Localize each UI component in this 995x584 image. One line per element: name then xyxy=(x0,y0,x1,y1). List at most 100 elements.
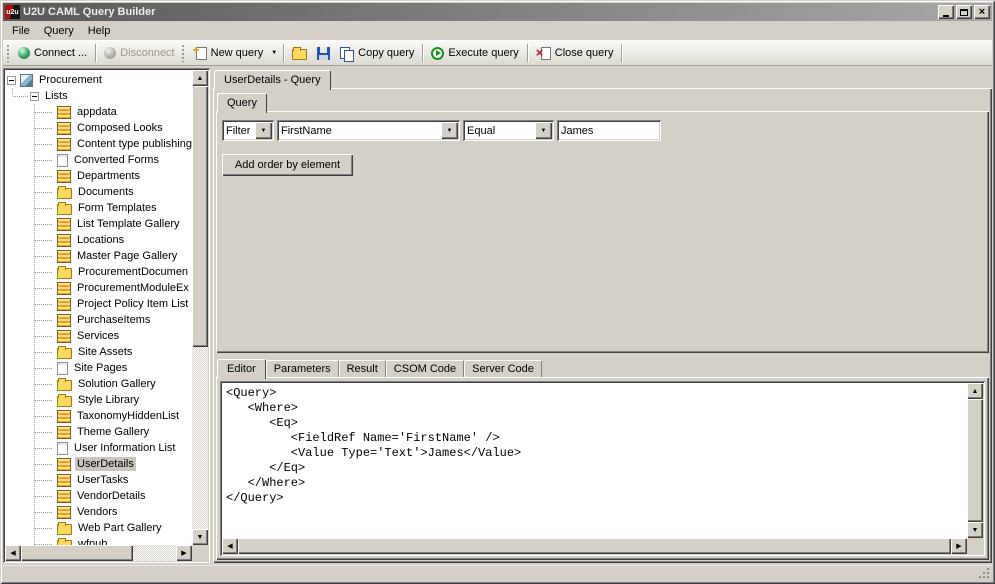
tree-vscrollbar[interactable]: ▲ ▼ xyxy=(192,70,208,545)
caml-query-text[interactable]: <Query> <Where> <Eq> <FieldRef Name='Fir… xyxy=(223,384,966,537)
caml-editor[interactable]: <Query> <Where> <Eq> <FieldRef Name='Fir… xyxy=(220,381,985,556)
page-icon xyxy=(57,441,68,455)
connect-button[interactable]: Connect ... xyxy=(13,42,92,64)
vscroll-thumb[interactable] xyxy=(967,399,983,522)
tree-item-composed-looks[interactable]: Composed Looks xyxy=(5,120,192,136)
execute-query-button[interactable]: Execute query xyxy=(426,42,523,64)
open-query-button[interactable] xyxy=(287,42,312,64)
scroll-down-button[interactable]: ▼ xyxy=(967,522,983,538)
tree-item-label: Project Policy Item List xyxy=(77,298,189,310)
tree-item-label: ProcurementDocumen xyxy=(78,266,189,278)
library-icon xyxy=(57,201,72,215)
toolbar-separator xyxy=(526,44,528,62)
tree-item-appdata[interactable]: appdata xyxy=(5,104,192,120)
tree-item-vendordetails[interactable]: VendorDetails xyxy=(5,488,192,504)
vscroll-thumb[interactable] xyxy=(192,86,208,348)
scroll-down-button[interactable]: ▼ xyxy=(192,529,208,545)
scroll-left-button[interactable]: ◀ xyxy=(222,538,238,554)
editor-vscrollbar[interactable]: ▲ ▼ xyxy=(967,383,983,538)
copy-query-button[interactable]: Copy query xyxy=(335,42,419,64)
list-icon xyxy=(57,105,71,119)
field-combo[interactable]: FirstName ▼ xyxy=(277,120,460,141)
menu-help[interactable]: Help xyxy=(81,22,118,40)
resize-grip[interactable] xyxy=(978,567,990,579)
scroll-left-button[interactable]: ◀ xyxy=(5,545,21,561)
list-icon xyxy=(57,313,71,327)
tab-userdetails-query[interactable]: UserDetails - Query xyxy=(214,70,331,90)
tab-query[interactable]: Query xyxy=(217,93,267,113)
disconnect-button[interactable]: Disconnect xyxy=(99,42,179,64)
list-icon xyxy=(57,409,71,423)
tree-item-solution-gallery[interactable]: Solution Gallery xyxy=(5,376,192,392)
menu-query[interactable]: Query xyxy=(37,22,81,40)
tree-item-content-type-publishing[interactable]: Content type publishing xyxy=(5,136,192,152)
tree-item-project-policy-item-list[interactable]: Project Policy Item List xyxy=(5,296,192,312)
scroll-right-button[interactable]: ▶ xyxy=(951,538,967,554)
menu-file[interactable]: File xyxy=(5,22,37,40)
scroll-up-button[interactable]: ▲ xyxy=(967,383,983,399)
tree-item-style-library[interactable]: Style Library xyxy=(5,392,192,408)
new-query-dropdown-button[interactable]: ▼ xyxy=(268,48,280,58)
maximize-button[interactable] xyxy=(956,5,972,19)
filter-type-combo[interactable]: Filter ▼ xyxy=(222,120,274,141)
list-icon xyxy=(57,217,71,231)
tab-result[interactable]: Result xyxy=(338,360,386,377)
tree-item-locations[interactable]: Locations xyxy=(5,232,192,248)
tree-item-procurementdocumen[interactable]: ProcurementDocumen xyxy=(5,264,192,280)
hscroll-thumb[interactable] xyxy=(21,545,134,561)
tree-item-procurementmoduleex[interactable]: ProcurementModuleEx xyxy=(5,280,192,296)
tree-hscrollbar[interactable]: ◀ ▶ xyxy=(5,545,192,561)
collapse-icon[interactable] xyxy=(7,75,16,85)
close-button[interactable]: × xyxy=(974,5,990,19)
tree-item-services[interactable]: Services xyxy=(5,328,192,344)
toolbar-grip xyxy=(181,44,185,62)
add-order-by-button[interactable]: Add order by element xyxy=(222,154,353,176)
tree-item-master-page-gallery[interactable]: Master Page Gallery xyxy=(5,248,192,264)
chevron-down-icon[interactable]: ▼ xyxy=(255,122,272,139)
tree-item-label: Content type publishing xyxy=(77,138,192,150)
operator-combo[interactable]: Equal ▼ xyxy=(463,120,554,141)
tree-item-wfpub[interactable]: wfpub xyxy=(5,536,192,545)
hscroll-thumb[interactable] xyxy=(238,538,951,554)
maximize-icon xyxy=(960,8,968,16)
tree-item-site-pages[interactable]: Site Pages xyxy=(5,360,192,376)
tree-item-procurement[interactable]: Procurement xyxy=(5,72,192,88)
scroll-up-button[interactable]: ▲ xyxy=(192,70,208,86)
new-query-button[interactable]: New query xyxy=(188,42,269,64)
save-query-button[interactable] xyxy=(312,42,335,64)
tree-item-userdetails[interactable]: UserDetails xyxy=(5,456,192,472)
chevron-down-icon[interactable]: ▼ xyxy=(441,122,458,139)
tree-item-list-template-gallery[interactable]: List Template Gallery xyxy=(5,216,192,232)
tree-item-lists[interactable]: Lists xyxy=(5,88,192,104)
list-icon xyxy=(57,249,71,263)
scroll-right-button[interactable]: ▶ xyxy=(176,545,192,561)
editor-hscrollbar[interactable]: ◀ ▶ xyxy=(222,538,967,554)
tree-item-converted-forms[interactable]: Converted Forms xyxy=(5,152,192,168)
chevron-down-icon[interactable]: ▼ xyxy=(535,122,552,139)
tree-item-vendors[interactable]: Vendors xyxy=(5,504,192,520)
tree-item-web-part-gallery[interactable]: Web Part Gallery xyxy=(5,520,192,536)
tree-item-purchaseitems[interactable]: PurchaseItems xyxy=(5,312,192,328)
tab-editor[interactable]: Editor xyxy=(217,359,266,379)
tree-item-form-templates[interactable]: Form Templates xyxy=(5,200,192,216)
execute-play-icon xyxy=(431,46,445,60)
minimize-button[interactable] xyxy=(938,5,954,19)
tab-parameters[interactable]: Parameters xyxy=(265,360,339,377)
list-icon xyxy=(57,425,71,439)
tree-item-theme-gallery[interactable]: Theme Gallery xyxy=(5,424,192,440)
close-query-button[interactable]: Close query xyxy=(531,42,619,64)
tree-item-usertasks[interactable]: UserTasks xyxy=(5,472,192,488)
tree-item-departments[interactable]: Departments xyxy=(5,168,192,184)
tree-item-user-information-list[interactable]: User Information List xyxy=(5,440,192,456)
collapse-icon[interactable] xyxy=(30,91,39,101)
tab-csom-code[interactable]: CSOM Code xyxy=(385,360,465,377)
tree-item-taxonomyhiddenlist[interactable]: TaxonomyHiddenList xyxy=(5,408,192,424)
tab-server-code[interactable]: Server Code xyxy=(464,360,542,377)
tree-item-documents[interactable]: Documents xyxy=(5,184,192,200)
list-icon xyxy=(57,329,71,343)
tree-item-site-assets[interactable]: Site Assets xyxy=(5,344,192,360)
value-input[interactable] xyxy=(557,120,661,141)
library-icon xyxy=(57,393,72,407)
library-icon xyxy=(57,185,72,199)
site-tree-panel: Procurement Lists appdata Composed Looks C… xyxy=(3,68,210,563)
